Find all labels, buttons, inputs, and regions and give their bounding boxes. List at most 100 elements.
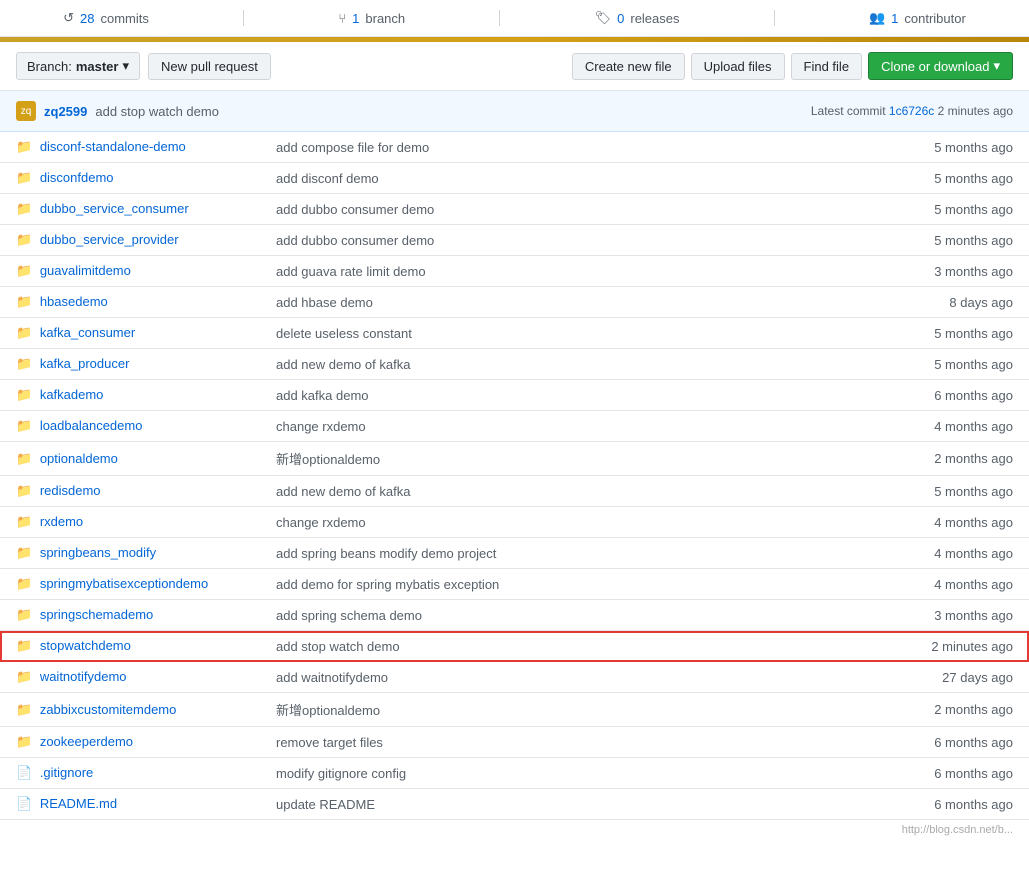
folder-icon: 📁 (16, 356, 32, 371)
commit-message-cell: remove target files (260, 727, 792, 758)
commit-message-cell: add compose file for demo (260, 132, 792, 163)
folder-icon: 📁 (16, 263, 32, 278)
toolbar-left: Branch: master ▾ New pull request (16, 52, 271, 80)
branch-caret-icon: ▾ (122, 58, 129, 74)
time-cell: 5 months ago (792, 163, 1029, 194)
contributors-count[interactable]: 1 (891, 11, 898, 26)
branches-label: branch (365, 11, 405, 26)
commit-message-cell: 新增optionaldemo (260, 693, 792, 727)
table-row: 📁 kafka_consumer delete useless constant… (0, 318, 1029, 349)
avatar: zq (16, 101, 36, 121)
clone-caret-icon: ▾ (993, 58, 1000, 74)
file-name-link[interactable]: zookeeperdemo (40, 734, 133, 749)
time-cell: 27 days ago (792, 662, 1029, 693)
file-name-link[interactable]: disconfdemo (40, 170, 114, 185)
folder-icon: 📁 (16, 139, 32, 154)
create-new-file-button[interactable]: Create new file (572, 53, 685, 80)
table-row: 📁 springbeans_modify add spring beans mo… (0, 538, 1029, 569)
file-name-link[interactable]: loadbalancedemo (40, 418, 143, 433)
commit-message-cell: modify gitignore config (260, 758, 792, 789)
clone-download-button[interactable]: Clone or download ▾ (868, 52, 1013, 80)
folder-icon: 📁 (16, 325, 32, 340)
upload-files-button[interactable]: Upload files (691, 53, 785, 80)
table-row: 📁 loadbalancedemo change rxdemo 4 months… (0, 411, 1029, 442)
file-name-link[interactable]: springmybatisexceptiondemo (40, 576, 208, 591)
file-icon: 📄 (16, 765, 32, 780)
table-row: 📁 redisdemo add new demo of kafka 5 mont… (0, 476, 1029, 507)
time-cell: 4 months ago (792, 411, 1029, 442)
branch-selector[interactable]: Branch: master ▾ (16, 52, 140, 80)
folder-icon: 📁 (16, 734, 32, 749)
branches-stat[interactable]: ⑂ 1 branch (338, 11, 405, 26)
file-name-link[interactable]: kafkademo (40, 387, 104, 402)
file-name-link[interactable]: stopwatchdemo (40, 638, 131, 653)
contributors-label: contributor (904, 11, 965, 26)
branches-count[interactable]: 1 (352, 11, 359, 26)
commit-message-cell: add spring beans modify demo project (260, 538, 792, 569)
table-row: 📁 dubbo_service_provider add dubbo consu… (0, 225, 1029, 256)
file-name-link[interactable]: disconf-standalone-demo (40, 139, 186, 154)
table-row: 📄 .gitignore modify gitignore config 6 m… (0, 758, 1029, 789)
time-cell: 3 months ago (792, 600, 1029, 631)
file-name-link[interactable]: kafka_consumer (40, 325, 135, 340)
table-row: 📄 README.md update README 6 months ago (0, 789, 1029, 820)
file-name-link[interactable]: optionaldemo (40, 451, 118, 466)
watermark: http://blog.csdn.net/b... (0, 820, 1029, 840)
time-cell: 4 months ago (792, 538, 1029, 569)
file-name-link[interactable]: kafka_producer (40, 356, 130, 371)
commit-message-cell: delete useless constant (260, 318, 792, 349)
commit-message-cell: add guava rate limit demo (260, 256, 792, 287)
file-name-link[interactable]: zabbixcustomitemdemo (40, 702, 177, 717)
folder-icon: 📁 (16, 387, 32, 402)
file-name-link[interactable]: springschemademo (40, 607, 153, 622)
file-name-link[interactable]: springbeans_modify (40, 545, 156, 560)
time-cell: 6 months ago (792, 789, 1029, 820)
folder-icon: 📁 (16, 170, 32, 185)
commits-icon: ↺ (63, 10, 74, 26)
file-name-link[interactable]: rxdemo (40, 514, 83, 529)
branch-name: master (76, 59, 119, 74)
file-name-link[interactable]: dubbo_service_consumer (40, 201, 189, 216)
file-name-link[interactable]: redisdemo (40, 483, 101, 498)
time-cell: 5 months ago (792, 476, 1029, 507)
table-row: 📁 zabbixcustomitemdemo 新增optionaldemo 2 … (0, 693, 1029, 727)
commits-count[interactable]: 28 (80, 11, 94, 26)
branches-icon: ⑂ (338, 11, 346, 26)
time-cell: 5 months ago (792, 132, 1029, 163)
table-row: 📁 kafka_producer add new demo of kafka 5… (0, 349, 1029, 380)
table-row: 📁 optionaldemo 新增optionaldemo 2 months a… (0, 442, 1029, 476)
file-table: 📁 disconf-standalone-demo add compose fi… (0, 132, 1029, 820)
divider-3 (774, 10, 775, 26)
folder-icon: 📁 (16, 638, 32, 653)
file-name-link[interactable]: hbasedemo (40, 294, 108, 309)
table-row: 📁 zookeeperdemo remove target files 6 mo… (0, 727, 1029, 758)
file-name-link[interactable]: dubbo_service_provider (40, 232, 179, 247)
file-name-link[interactable]: waitnotifydemo (40, 669, 127, 684)
find-file-button[interactable]: Find file (791, 53, 863, 80)
releases-label: releases (630, 11, 679, 26)
file-name-link[interactable]: guavalimitdemo (40, 263, 131, 278)
table-row: 📁 guavalimitdemo add guava rate limit de… (0, 256, 1029, 287)
commit-username[interactable]: zq2599 (44, 104, 87, 119)
folder-icon: 📁 (16, 418, 32, 433)
commit-hash[interactable]: 1c6726c (889, 104, 934, 118)
file-name-link[interactable]: .gitignore (40, 765, 93, 780)
commits-stat[interactable]: ↺ 28 commits (63, 10, 149, 26)
contributors-stat[interactable]: 👥 1 contributor (869, 10, 966, 26)
commit-message-cell: add demo for spring mybatis exception (260, 569, 792, 600)
time-cell: 4 months ago (792, 507, 1029, 538)
file-name-link[interactable]: README.md (40, 796, 117, 811)
releases-stat[interactable]: 🏷 0 releases (595, 10, 680, 26)
table-row: 📁 springschemademo add spring schema dem… (0, 600, 1029, 631)
time-cell: 5 months ago (792, 349, 1029, 380)
folder-icon: 📁 (16, 545, 32, 560)
commit-bar-right: Latest commit 1c6726c 2 minutes ago (811, 104, 1013, 118)
releases-count[interactable]: 0 (617, 11, 624, 26)
table-row: 📁 hbasedemo add hbase demo 8 days ago (0, 287, 1029, 318)
table-row: 📁 kafkademo add kafka demo 6 months ago (0, 380, 1029, 411)
time-cell: 2 minutes ago (792, 631, 1029, 662)
new-pull-request-button[interactable]: New pull request (148, 53, 271, 80)
time-cell: 4 months ago (792, 569, 1029, 600)
commit-message-cell: add new demo of kafka (260, 349, 792, 380)
folder-icon: 📁 (16, 514, 32, 529)
